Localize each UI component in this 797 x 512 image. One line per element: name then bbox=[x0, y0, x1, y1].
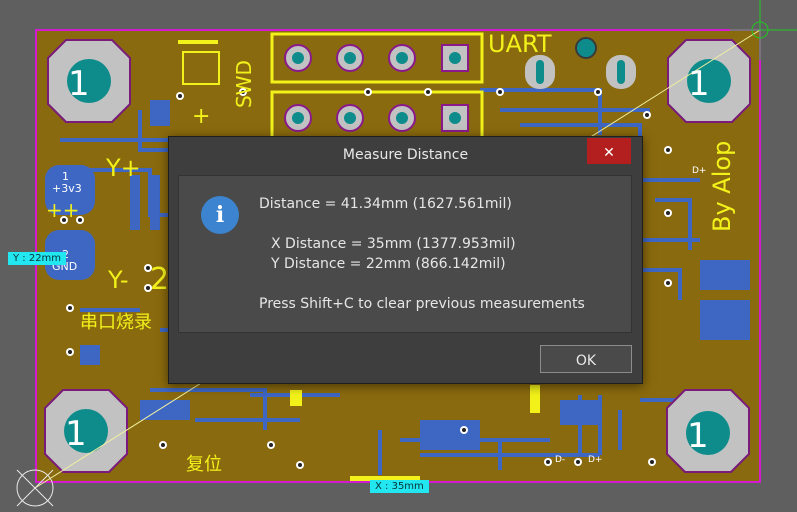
by-alop-label: By Alop bbox=[708, 140, 736, 232]
distance-text: Distance = 41.34mm (1627.561mil) bbox=[259, 196, 512, 212]
hint-text: Press Shift+C to clear previous measurem… bbox=[259, 296, 585, 312]
y-measure-tag: Y : 22mm bbox=[8, 252, 67, 265]
ok-button[interactable]: OK bbox=[540, 345, 632, 373]
plus-label: + bbox=[192, 104, 211, 129]
y-distance-text: Y Distance = 22mm (866.142mil) bbox=[271, 256, 506, 272]
dialog-title: Measure Distance bbox=[342, 147, 469, 163]
d-plus-label-bottom: D+ bbox=[588, 455, 603, 465]
x-measure-tag: X : 35mm bbox=[370, 480, 429, 493]
hole-label-tl: 1 bbox=[68, 64, 90, 104]
close-icon: ✕ bbox=[603, 144, 615, 160]
x-distance-text: X Distance = 35mm (1377.953mil) bbox=[271, 236, 516, 252]
hole-label-tr: 1 bbox=[688, 64, 710, 104]
measure-distance-dialog: Measure Distance ✕ i Distance = 41.34mm … bbox=[168, 136, 643, 384]
serial-flash-label: 串口烧录 bbox=[80, 312, 152, 333]
two-label: 2 bbox=[150, 262, 170, 297]
reset-label: 复位 bbox=[186, 454, 222, 475]
dialog-body: i Distance = 41.34mm (1627.561mil) X Dis… bbox=[178, 175, 632, 333]
d-minus-label: D- bbox=[555, 455, 566, 465]
swd-label: SWD bbox=[232, 60, 256, 108]
y-plus-label: Y+ bbox=[106, 154, 141, 182]
d-plus-label: D+ bbox=[692, 166, 707, 176]
v33-label: +3v3 bbox=[52, 182, 82, 195]
y-minus-label: Y- bbox=[108, 266, 129, 294]
hole-label-bl: 1 bbox=[65, 414, 87, 454]
close-button[interactable]: ✕ bbox=[587, 138, 631, 164]
hole-label-br: 1 bbox=[687, 416, 709, 456]
uart-label: UART bbox=[488, 30, 552, 58]
plus-plus-label: ++ bbox=[46, 198, 80, 222]
info-icon: i bbox=[201, 196, 239, 234]
